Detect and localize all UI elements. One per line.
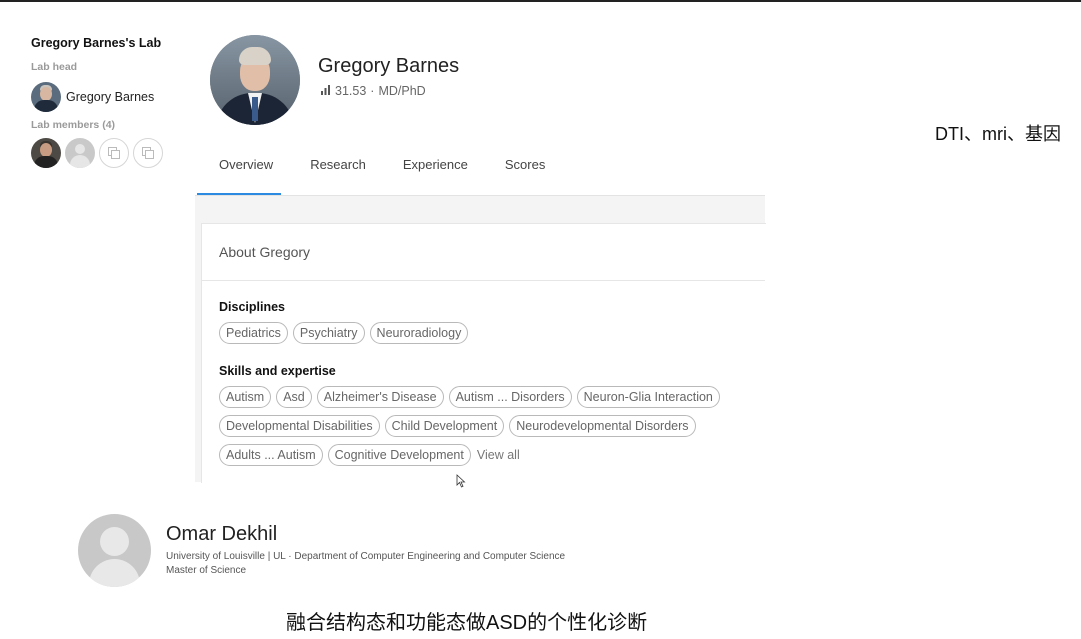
second-profile-name[interactable]: Omar Dekhil bbox=[166, 523, 277, 546]
skill-chip[interactable]: Autism bbox=[219, 386, 272, 408]
stats-bars-icon bbox=[320, 84, 331, 98]
skills-row: Developmental Disabilities Child Develop… bbox=[219, 415, 696, 437]
annotation-note: DTI、mri、基因 bbox=[935, 124, 1061, 144]
skills-row: Autism Asd Alzheimer's Disease Autism ..… bbox=[219, 386, 720, 408]
lab-members-label: Lab members (4) bbox=[31, 119, 116, 131]
member-copy-icon[interactable] bbox=[99, 138, 129, 168]
tab-experience[interactable]: Experience bbox=[403, 157, 468, 185]
lab-head-label: Lab head bbox=[31, 61, 78, 73]
cursor-icon bbox=[456, 474, 466, 493]
member-avatar-placeholder[interactable] bbox=[65, 138, 95, 168]
lab-head[interactable]: Gregory Barnes bbox=[31, 82, 154, 112]
tab-scores[interactable]: Scores bbox=[505, 157, 545, 185]
skill-chip[interactable]: Alzheimer's Disease bbox=[316, 386, 444, 408]
skill-chip[interactable]: Child Development bbox=[384, 415, 505, 437]
lab-head-avatar[interactable] bbox=[31, 82, 61, 112]
discipline-chip[interactable]: Pediatrics bbox=[219, 322, 288, 344]
disciplines-heading: Disciplines bbox=[219, 300, 285, 314]
skills-row: Adults ... Autism Cognitive Development … bbox=[219, 444, 520, 466]
skill-chip[interactable]: Neurodevelopmental Disorders bbox=[509, 415, 696, 437]
second-profile-degree: Master of Science bbox=[166, 565, 247, 576]
skills-heading: Skills and expertise bbox=[219, 364, 336, 378]
skill-chip[interactable]: Developmental Disabilities bbox=[219, 415, 380, 437]
about-title: About Gregory bbox=[219, 244, 311, 260]
tab-overview[interactable]: Overview bbox=[219, 157, 273, 185]
skill-chip[interactable]: Autism ... Disorders bbox=[448, 386, 572, 408]
skill-chip[interactable]: Cognitive Development bbox=[327, 444, 471, 466]
lab-head-name[interactable]: Gregory Barnes bbox=[66, 90, 154, 104]
profile-score[interactable]: 31.53 bbox=[335, 84, 366, 98]
profile-meta: 31.53 · MD/PhD bbox=[320, 84, 426, 98]
lab-members-list bbox=[31, 138, 163, 168]
skill-chip[interactable]: Neuron-Glia Interaction bbox=[576, 386, 720, 408]
lab-title[interactable]: Gregory Barnes's Lab bbox=[31, 36, 161, 50]
caption-text: 融合结构态和功能态做ASD的个性化诊断 bbox=[286, 612, 648, 634]
member-copy-icon[interactable] bbox=[133, 138, 163, 168]
disciplines-list: Pediatrics Psychiatry Neuroradiology bbox=[219, 322, 469, 344]
tab-research[interactable]: Research bbox=[310, 157, 366, 185]
view-all-link[interactable]: View all bbox=[477, 448, 520, 462]
member-avatar[interactable] bbox=[31, 138, 61, 168]
skill-chip[interactable]: Adults ... Autism bbox=[219, 444, 323, 466]
profile-degree: MD/PhD bbox=[378, 84, 426, 98]
second-profile-affiliation: University of Louisville | UL · Departme… bbox=[166, 551, 566, 562]
profile-tabs: Overview Research Experience Scores bbox=[219, 157, 582, 185]
discipline-chip[interactable]: Psychiatry bbox=[292, 322, 365, 344]
discipline-chip[interactable]: Neuroradiology bbox=[369, 322, 469, 344]
profile-avatar[interactable] bbox=[210, 35, 300, 125]
second-profile-avatar[interactable] bbox=[78, 514, 151, 587]
about-divider bbox=[201, 280, 765, 281]
meta-separator: · bbox=[370, 84, 375, 98]
active-tab-indicator bbox=[197, 193, 281, 195]
profile-name: Gregory Barnes bbox=[318, 55, 460, 77]
skill-chip[interactable]: Asd bbox=[276, 386, 312, 408]
